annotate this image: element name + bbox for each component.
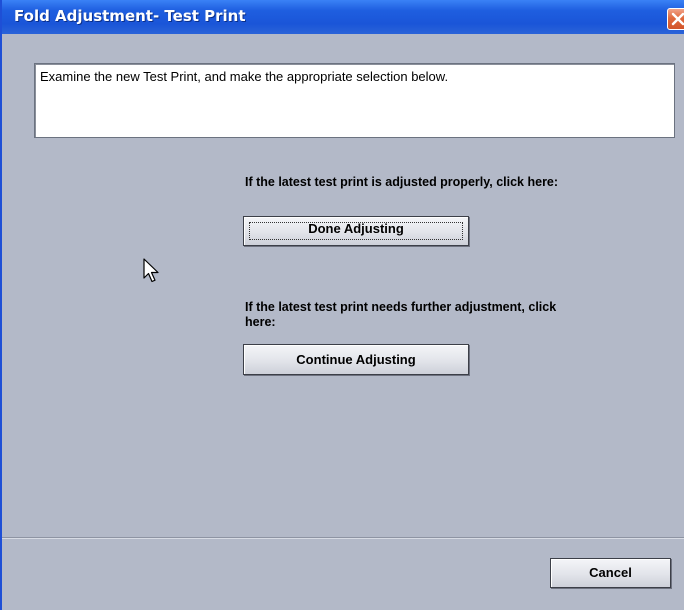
mouse-pointer-icon bbox=[143, 258, 159, 283]
instruction-text: Examine the new Test Print, and make the… bbox=[40, 69, 449, 84]
continue-adjusting-button[interactable]: Continue Adjusting bbox=[243, 344, 469, 375]
close-button[interactable] bbox=[667, 8, 684, 30]
window-title: Fold Adjustment- Test Print bbox=[14, 7, 246, 25]
done-adjusting-label: Done Adjusting bbox=[308, 221, 404, 236]
close-icon bbox=[671, 12, 684, 26]
message-box: Examine the new Test Print, and make the… bbox=[34, 63, 675, 138]
done-prompt: If the latest test print is adjusted pro… bbox=[245, 175, 559, 189]
footer-separator bbox=[2, 537, 684, 539]
continue-adjusting-label: Continue Adjusting bbox=[296, 352, 416, 367]
done-adjusting-button[interactable]: Done Adjusting bbox=[243, 216, 469, 246]
dialog-window: Fold Adjustment- Test Print Examine the … bbox=[0, 0, 684, 610]
cancel-label: Cancel bbox=[589, 565, 632, 580]
title-bar[interactable]: Fold Adjustment- Test Print bbox=[2, 0, 684, 34]
cancel-button[interactable]: Cancel bbox=[550, 558, 671, 588]
continue-prompt: If the latest test print needs further a… bbox=[245, 300, 557, 329]
